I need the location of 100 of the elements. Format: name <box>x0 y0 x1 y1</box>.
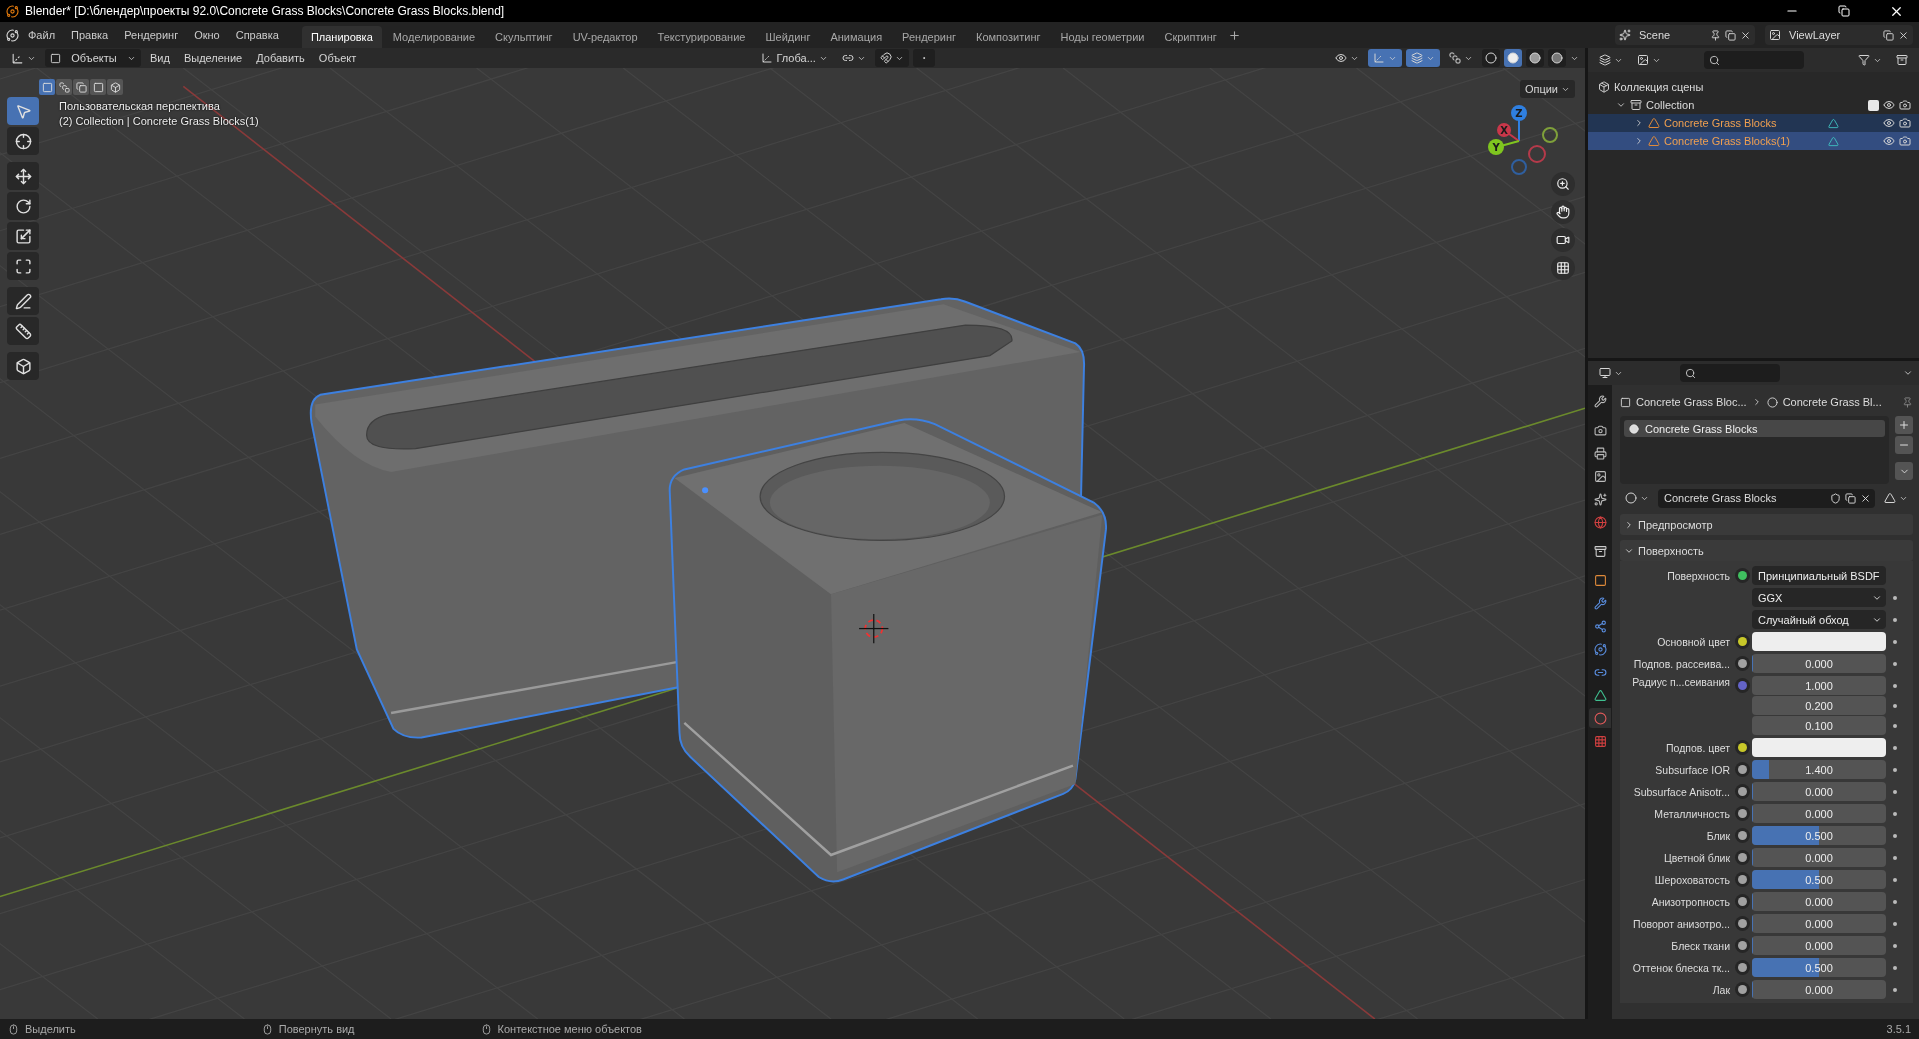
gizmo-toggle[interactable] <box>1368 49 1402 67</box>
wireframe-shading-button[interactable] <box>1482 49 1500 67</box>
material-name-field[interactable]: Concrete Grass Blocks <box>1658 488 1875 508</box>
dropdown[interactable]: GGX <box>1752 588 1886 607</box>
zoom-button[interactable] <box>1551 172 1575 196</box>
menu-item[interactable]: Файл <box>21 26 63 44</box>
axis-handle[interactable]: Z <box>1511 105 1527 121</box>
breadcrumb-item[interactable]: Concrete Grass Bl... <box>1782 396 1882 408</box>
color-swatch[interactable] <box>1752 632 1886 651</box>
scene-selector[interactable]: Scene <box>1615 25 1755 45</box>
grid-view-button[interactable] <box>1551 256 1575 280</box>
breadcrumb-item[interactable]: Concrete Grass Bloc... <box>1636 396 1747 408</box>
select-mode-button[interactable] <box>90 79 106 95</box>
pan-button[interactable] <box>1551 200 1575 224</box>
rotate-tool[interactable] <box>7 192 39 220</box>
value-slider[interactable]: 0.000 <box>1752 914 1886 933</box>
workspace-tab[interactable]: Рендеринг <box>893 26 966 48</box>
orientation-dropdown[interactable]: Глоба... <box>756 49 833 67</box>
workspace-tab[interactable]: Скриптинг <box>1155 26 1226 48</box>
value-slider[interactable]: 1.400 <box>1752 760 1886 779</box>
value-slider[interactable]: 0.500 <box>1752 826 1886 845</box>
value-slider[interactable]: 0.000 <box>1752 936 1886 955</box>
value-slider[interactable]: 0.000 <box>1752 804 1886 823</box>
search-field[interactable] <box>1680 364 1780 382</box>
workspace-tab[interactable]: Ноды геометрии <box>1051 26 1154 48</box>
solid-shading-button[interactable] <box>1504 49 1522 67</box>
cube-tool[interactable] <box>7 352 39 380</box>
options-button[interactable]: Опции <box>1519 80 1575 98</box>
workspace-tab[interactable]: Анимация <box>821 26 892 48</box>
mode-dropdown[interactable]: Объекты <box>45 49 141 67</box>
menu-item[interactable]: Правка <box>64 26 116 44</box>
menu-item[interactable]: Рендеринг <box>117 26 186 44</box>
crosshair-tool[interactable] <box>7 127 39 155</box>
number-field[interactable]: 0.100 <box>1752 716 1886 735</box>
workspace-tab[interactable]: Скульптинг <box>486 26 562 48</box>
value-slider[interactable]: 0.000 <box>1752 892 1886 911</box>
dropdown-icon[interactable] <box>1903 368 1913 378</box>
menu-item[interactable]: Вид <box>145 49 175 67</box>
view-layer-selector[interactable]: ViewLayer <box>1765 25 1913 45</box>
scale-tool[interactable] <box>7 222 39 250</box>
panel-header[interactable]: Поверхность <box>1620 540 1913 561</box>
value-slider[interactable]: 0.000 <box>1752 782 1886 801</box>
snap-button[interactable] <box>874 49 909 67</box>
add-workspace-icon[interactable] <box>1227 28 1241 42</box>
value-slider[interactable]: 0.500 <box>1752 958 1886 977</box>
camera-button[interactable] <box>1551 228 1575 252</box>
value-slider[interactable]: 0.500 <box>1752 870 1886 889</box>
workspace-tab[interactable]: Шейдинг <box>756 26 820 48</box>
overlay-toggle[interactable] <box>1406 49 1440 67</box>
menu-item[interactable]: Объект <box>313 49 362 67</box>
render-icon[interactable] <box>1899 117 1911 129</box>
workspace-tab[interactable]: Моделирование <box>383 26 485 48</box>
material-tab[interactable] <box>1589 708 1611 728</box>
render-icon[interactable] <box>1899 135 1911 147</box>
ruler-tool[interactable] <box>7 317 39 345</box>
number-field[interactable]: 0.200 <box>1752 696 1886 715</box>
axis-handle[interactable] <box>1528 145 1546 163</box>
menu-item[interactable]: Выделение <box>178 49 248 67</box>
color-swatch[interactable] <box>1752 738 1886 757</box>
search-field[interactable] <box>1704 51 1804 69</box>
material-shading-button[interactable] <box>1526 49 1544 67</box>
outliner-row[interactable]: Collection <box>1588 96 1919 114</box>
number-field[interactable]: 1.000 <box>1752 676 1886 695</box>
pin-icon[interactable] <box>1902 396 1913 408</box>
visibility-icon[interactable] <box>1883 117 1895 129</box>
checkbox[interactable] <box>1868 99 1879 111</box>
workspace-tab[interactable]: UV-редактор <box>563 26 647 48</box>
rendered-shading-button[interactable] <box>1548 49 1566 67</box>
remove-slot-button[interactable] <box>1895 436 1913 454</box>
axis-handle[interactable] <box>1511 159 1527 175</box>
workspace-tab[interactable]: Планировка <box>301 26 382 48</box>
shader-field[interactable]: Принципиальный BSDF <box>1752 566 1886 585</box>
axis-handle[interactable]: Y <box>1488 139 1504 155</box>
select-mode-button[interactable] <box>107 79 123 95</box>
pen-tool[interactable] <box>7 287 39 315</box>
slot-menu-button[interactable] <box>1895 462 1913 480</box>
move-tool[interactable] <box>7 162 39 190</box>
select-box-tool[interactable] <box>7 97 39 125</box>
workspace-tab[interactable]: Композитинг <box>967 26 1050 48</box>
workspace-tab[interactable]: Текстурирование <box>648 26 755 48</box>
transform-tool[interactable] <box>7 252 39 280</box>
panel-header[interactable]: Предпросмотр <box>1620 514 1913 535</box>
value-slider[interactable]: 0.000 <box>1752 980 1886 999</box>
menu-item[interactable]: Добавить <box>251 49 310 67</box>
visibility-icon[interactable] <box>1883 99 1895 111</box>
value-slider[interactable]: 0.000 <box>1752 848 1886 867</box>
dropdown[interactable]: Случайный обход <box>1752 610 1886 629</box>
axis-handle[interactable] <box>1542 127 1558 143</box>
outliner-row[interactable]: Concrete Grass Blocks(1) <box>1588 132 1919 150</box>
value-slider[interactable]: 0.000 <box>1752 654 1886 673</box>
menu-item[interactable]: Справка <box>228 26 286 44</box>
material-slot[interactable]: Concrete Grass Blocks <box>1624 420 1885 437</box>
menu-item[interactable]: Окно <box>187 26 227 44</box>
render-icon[interactable] <box>1899 99 1911 111</box>
add-slot-button[interactable] <box>1895 416 1913 434</box>
select-mode-button[interactable] <box>73 79 89 95</box>
blender-menu-icon[interactable] <box>6 28 19 42</box>
outliner-row[interactable]: Concrete Grass Blocks <box>1588 114 1919 132</box>
outliner-row[interactable]: Коллекция сцены <box>1588 78 1919 96</box>
visibility-icon[interactable] <box>1883 135 1895 147</box>
